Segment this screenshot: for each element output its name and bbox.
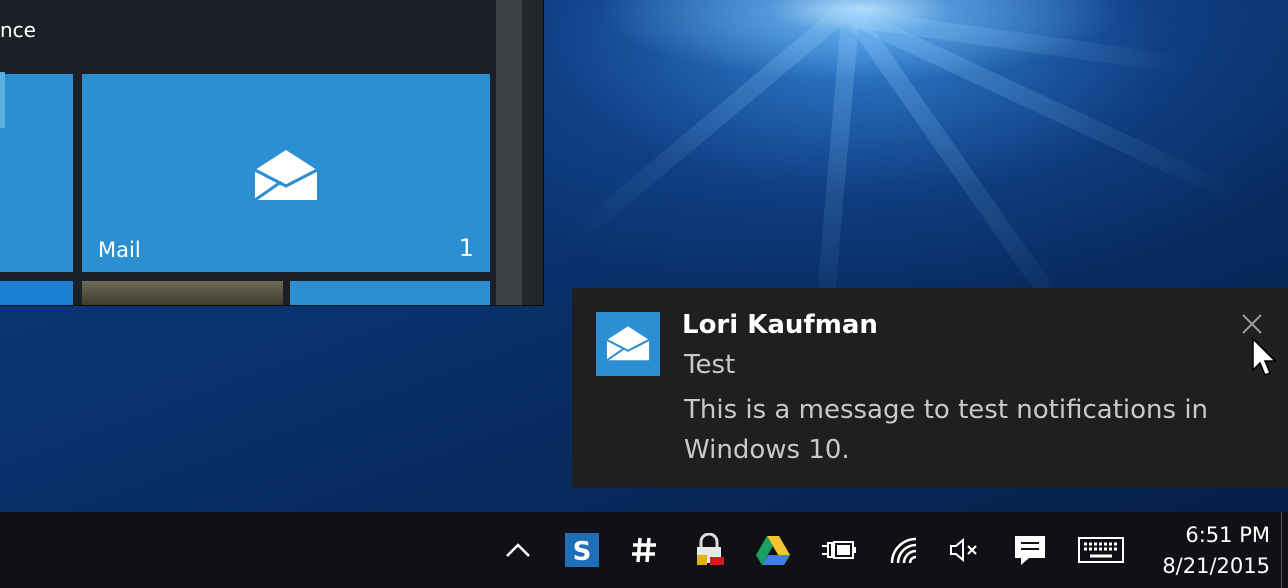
slack-hash-icon [632,537,656,563]
tray-volume[interactable] [944,512,984,588]
touch-keyboard-button[interactable] [1076,512,1126,588]
volume-muted-icon [950,537,977,563]
mail-tile-label: Mail [98,238,141,262]
tile-partial-left[interactable] [0,74,73,272]
notification-body: This is a message to test notifications … [684,395,1209,465]
notification-subject: Test [684,350,736,380]
mail-icon [606,326,650,362]
show-desktop-button[interactable] [1281,512,1282,588]
action-center-button[interactable] [1010,512,1050,588]
start-menu-scrollbar[interactable] [496,0,522,305]
tile-partial-bottom-1[interactable] [0,281,73,305]
start-menu-edge [522,0,542,305]
wifi-icon [890,537,917,564]
tray-battery[interactable] [818,512,858,588]
start-menu: nce Mail 1 [0,0,544,306]
clock-date: 8/21/2015 [1162,554,1270,578]
tile-partial-icon [0,72,5,128]
lock-key-icon [697,533,724,565]
notification-sender: Lori Kaufman [682,310,878,340]
notification-app-icon [596,312,660,376]
battery-charging-icon [822,541,856,559]
close-icon[interactable] [1240,312,1264,336]
google-drive-icon [756,536,790,565]
show-hidden-icons-button[interactable] [500,512,536,588]
mail-tile-badge-count: 1 [458,234,474,262]
tile-partial-photo[interactable] [82,281,283,305]
svg-text:S: S [573,537,592,567]
mail-tile[interactable]: Mail 1 [82,74,490,272]
start-group-header: nce [0,18,36,42]
mail-icon [254,150,318,202]
tray-google-drive[interactable] [752,512,794,588]
tile-partial-bottom-3[interactable] [290,281,490,305]
chevron-up-icon [506,543,530,557]
tray-s-app[interactable]: S [562,512,602,588]
action-center-icon [1015,536,1045,565]
tray-lock-app[interactable] [688,512,730,588]
taskbar: S 6:51 PM 8/21/2015 [0,512,1288,588]
mouse-cursor-icon [1252,338,1277,376]
notification-toast[interactable]: Lori Kaufman Test This is a message to t… [572,288,1288,488]
s-app-icon: S [565,533,599,567]
taskbar-clock[interactable]: 6:51 PM 8/21/2015 [1152,520,1270,582]
tray-slack[interactable] [624,512,664,588]
keyboard-icon [1078,537,1124,563]
tray-network[interactable] [884,512,924,588]
clock-time: 6:51 PM [1185,523,1270,547]
